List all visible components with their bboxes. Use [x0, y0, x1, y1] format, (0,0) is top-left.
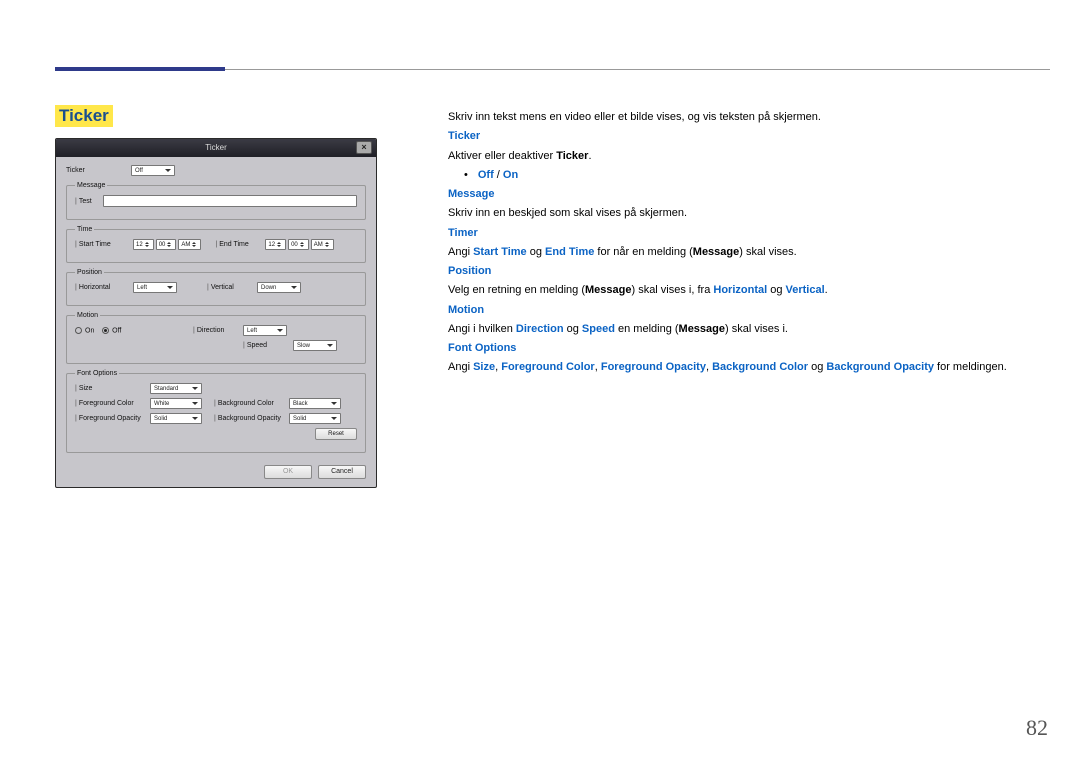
end-ampm-spin[interactable]: AM — [311, 239, 334, 250]
end-hour-spin[interactable]: 12 — [265, 239, 286, 250]
motion-legend: Motion — [75, 312, 100, 319]
fg-color-label: Foreground Color — [79, 400, 134, 407]
speed-label: Speed — [247, 342, 267, 349]
timer-heading: Timer — [448, 227, 478, 239]
motion-heading: Motion — [448, 304, 484, 316]
ticker-label: Ticker — [66, 167, 131, 174]
horizontal-dropdown[interactable]: Left — [133, 282, 177, 293]
bg-opacity-dropdown[interactable]: Solid — [289, 413, 341, 424]
end-min-spin[interactable]: 00 — [288, 239, 309, 250]
ticker-dialog-screenshot: Ticker × Ticker Off Message |Test Time |… — [55, 138, 377, 488]
time-legend: Time — [75, 226, 94, 233]
motion-off-radio[interactable] — [102, 327, 109, 334]
font-options-legend: Font Options — [75, 370, 119, 377]
reset-button[interactable]: Reset — [315, 428, 357, 440]
message-field-label: Test — [79, 198, 92, 205]
bg-color-label: Background Color — [218, 400, 274, 407]
direction-label: Direction — [197, 327, 225, 334]
chevron-down-icon — [165, 169, 171, 172]
horizontal-label: Horizontal — [79, 284, 111, 291]
vertical-label: Vertical — [211, 284, 234, 291]
motion-on-label: On — [85, 327, 94, 334]
font-options-heading: Font Options — [448, 342, 516, 354]
motion-on-radio[interactable] — [75, 327, 82, 334]
ticker-dropdown[interactable]: Off — [131, 165, 175, 176]
page-number: 82 — [1026, 715, 1048, 741]
ticker-heading: Ticker — [448, 130, 480, 142]
vertical-dropdown[interactable]: Down — [257, 282, 301, 293]
message-group: Message |Test — [66, 182, 366, 220]
close-icon[interactable]: × — [356, 141, 372, 154]
description-text: Skriv inn tekst mens en video eller et b… — [448, 108, 1050, 378]
dialog-title: Ticker — [205, 143, 226, 152]
end-time-label: End Time — [219, 241, 249, 248]
start-time-label: Start Time — [79, 241, 111, 248]
motion-group: Motion On Off |Direction Left |Speed Slo… — [66, 312, 366, 364]
fg-opacity-dropdown[interactable]: Solid — [150, 413, 202, 424]
position-group: Position |Horizontal Left |Vertical Down — [66, 269, 366, 306]
start-ampm-spin[interactable]: AM — [178, 239, 201, 250]
direction-dropdown[interactable]: Left — [243, 325, 287, 336]
message-heading: Message — [448, 188, 494, 200]
fg-opacity-label: Foreground Opacity — [79, 415, 141, 422]
intro-text: Skriv inn tekst mens en video eller et b… — [448, 108, 1050, 127]
position-legend: Position — [75, 269, 104, 276]
size-dropdown[interactable]: Standard — [150, 383, 202, 394]
speed-dropdown[interactable]: Slow — [293, 340, 337, 351]
position-heading: Position — [448, 265, 491, 277]
message-input[interactable] — [103, 195, 357, 207]
bg-color-dropdown[interactable]: Black — [289, 398, 341, 409]
start-min-spin[interactable]: 00 — [156, 239, 177, 250]
cancel-button[interactable]: Cancel — [318, 465, 366, 479]
ok-button[interactable]: OK — [264, 465, 312, 479]
time-group: Time |Start Time 12 00 AM |End Time 12 0… — [66, 226, 366, 263]
start-hour-spin[interactable]: 12 — [133, 239, 154, 250]
motion-off-label: Off — [112, 327, 121, 334]
fg-color-dropdown[interactable]: White — [150, 398, 202, 409]
size-label: Size — [79, 385, 93, 392]
section-title: Ticker — [55, 105, 113, 127]
dialog-titlebar: Ticker × — [56, 139, 376, 157]
message-legend: Message — [75, 182, 107, 189]
font-options-group: Font Options |Size Standard |Foreground … — [66, 370, 366, 453]
header-rule-accent — [55, 67, 225, 71]
bg-opacity-label: Background Opacity — [218, 415, 281, 422]
